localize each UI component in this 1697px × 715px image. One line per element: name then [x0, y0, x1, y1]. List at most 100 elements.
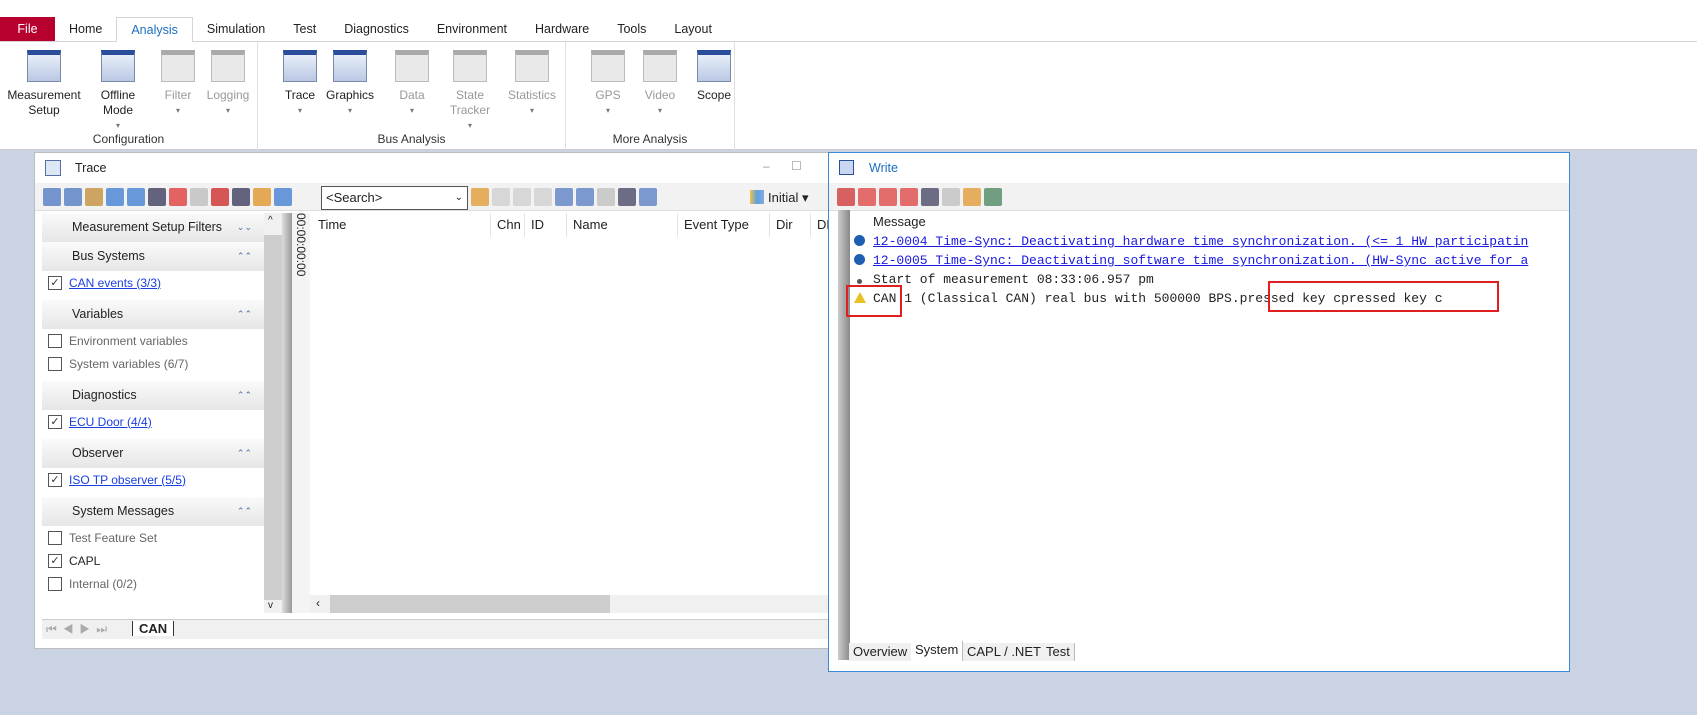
scope-button[interactable]: Scope	[684, 50, 744, 103]
group-label: Configuration	[92, 132, 165, 146]
section-observer[interactable]: Observer ⌃⌃	[42, 439, 264, 468]
checkbox[interactable]: ✓	[48, 275, 62, 290]
trace-toolbar-icon[interactable]	[555, 187, 573, 206]
filter-item-label[interactable]: ISO TP observer (5/5)	[69, 473, 186, 487]
offline-mode-button[interactable]: Offline Mode ▾	[88, 50, 148, 133]
trace-toolbar-icon[interactable]	[274, 187, 292, 206]
tab-diagnostics[interactable]: Diagnostics	[330, 17, 423, 41]
write-toolbar-icon[interactable]	[879, 187, 897, 206]
column-id[interactable]: ID	[524, 213, 544, 237]
write-toolbar-icon[interactable]	[858, 187, 876, 206]
trace-toolbar-icon[interactable]	[127, 187, 145, 206]
trace-toolbar-icon[interactable]	[211, 187, 229, 206]
column-time[interactable]: Time	[318, 213, 346, 237]
trace-toolbar-icon[interactable]	[253, 187, 271, 206]
measurement-setup-icon	[27, 50, 61, 82]
checkbox[interactable]: ✓	[48, 472, 62, 487]
checkbox[interactable]: ✓	[48, 414, 62, 429]
message-row[interactable]: 12-0004 Time-Sync: Deactivating hardware…	[854, 232, 1528, 251]
write-toolbar-icon[interactable]	[921, 187, 939, 206]
write-tab-test[interactable]: Test	[1042, 643, 1075, 661]
tab-hardware[interactable]: Hardware	[521, 17, 603, 41]
collapse-icon[interactable]: ⌄⌄	[237, 213, 252, 242]
write-splitter[interactable]	[838, 210, 850, 660]
minimize-button[interactable]: –	[763, 159, 770, 173]
checkbox[interactable]	[48, 530, 62, 545]
logging-button[interactable]: Logging ▾	[198, 50, 258, 118]
filter-item-label[interactable]: ECU Door (4/4)	[69, 415, 152, 429]
trace-toolbar-icon[interactable]	[597, 187, 615, 206]
write-toolbar-icon[interactable]	[837, 187, 855, 206]
trace-hscrollbar[interactable]: ‹	[310, 595, 828, 613]
write-toolbar-icon[interactable]	[900, 187, 918, 206]
tab-analysis[interactable]: Analysis	[116, 17, 193, 43]
trace-toolbar-icon[interactable]	[513, 187, 531, 206]
chevron-down-icon[interactable]: ⌄	[455, 187, 463, 209]
tab-tools[interactable]: Tools	[603, 17, 660, 41]
column-dir[interactable]: Dir	[769, 213, 793, 237]
collapse-icon[interactable]: ⌃⌃	[237, 439, 252, 468]
write-tab-overview[interactable]: Overview	[849, 643, 913, 661]
tab-environment[interactable]: Environment	[423, 17, 521, 41]
checkbox[interactable]: ✓	[48, 553, 62, 568]
write-toolbar-icon[interactable]	[963, 187, 981, 206]
section-system-messages[interactable]: System Messages ⌃⌃	[42, 497, 264, 526]
page-tab-can[interactable]: CAN	[132, 621, 175, 636]
trace-toolbar-icon[interactable]	[64, 187, 82, 206]
write-tab-capl-net[interactable]: CAPL / .NET	[963, 643, 1046, 661]
message-row[interactable]: 12-0005 Time-Sync: Deactivating software…	[854, 251, 1528, 270]
section-variables[interactable]: Variables ⌃⌃	[42, 300, 264, 329]
state-tracker-icon	[453, 50, 487, 82]
column-name[interactable]: Name	[566, 213, 608, 237]
trace-toolbar-icon[interactable]	[106, 187, 124, 206]
maximize-button[interactable]: ☐	[791, 159, 802, 173]
write-toolbar-icon[interactable]	[942, 187, 960, 206]
gps-button[interactable]: GPS ▾	[578, 50, 638, 118]
search-input[interactable]: <Search> ⌄	[321, 186, 468, 210]
collapse-icon[interactable]: ⌃⌃	[237, 381, 252, 410]
info-icon	[854, 235, 865, 246]
checkbox[interactable]	[48, 356, 62, 371]
trace-toolbar-icon[interactable]	[618, 187, 636, 206]
filters-header[interactable]: Measurement Setup Filters ⌄⌄	[42, 213, 264, 242]
collapse-icon[interactable]: ⌃⌃	[237, 300, 252, 329]
trace-toolbar-icon[interactable]	[576, 187, 594, 206]
section-diagnostics[interactable]: Diagnostics ⌃⌃	[42, 381, 264, 410]
tab-layout[interactable]: Layout	[660, 17, 726, 41]
collapse-icon[interactable]: ⌃⌃	[237, 497, 252, 526]
trace-toolbar-icon[interactable]	[471, 187, 489, 206]
state-tracker-button[interactable]: State Tracker ▾	[440, 50, 500, 133]
splitter[interactable]	[282, 213, 292, 613]
filter-item-label[interactable]: CAN events (3/3)	[69, 276, 161, 290]
trace-toolbar-icon[interactable]	[639, 187, 657, 206]
statistics-icon	[515, 50, 549, 82]
layout-select[interactable]: Initial ▾	[750, 190, 809, 206]
checkbox[interactable]	[48, 333, 62, 348]
trace-toolbar-icon[interactable]	[492, 187, 510, 206]
checkbox[interactable]	[48, 576, 62, 591]
tab-home[interactable]: Home	[55, 17, 116, 41]
trace-toolbar-icon[interactable]	[534, 187, 552, 206]
trace-toolbar-icon[interactable]	[232, 187, 250, 206]
column-chn[interactable]: Chn	[490, 213, 521, 237]
tab-test[interactable]: Test	[279, 17, 330, 41]
trace-toolbar-icon[interactable]	[190, 187, 208, 206]
trace-toolbar-icon[interactable]	[169, 187, 187, 206]
measurement-setup-button[interactable]: Measurement Setup	[2, 50, 86, 118]
graphics-button[interactable]: Graphics ▾	[320, 50, 380, 118]
tab-simulation[interactable]: Simulation	[193, 17, 279, 41]
video-button[interactable]: Video ▾	[630, 50, 690, 118]
write-toolbar-icon[interactable]	[984, 187, 1002, 206]
data-button[interactable]: Data ▾	[382, 50, 442, 118]
page-nav-arrows[interactable]: ⏮◀▶⏭	[46, 622, 113, 637]
tab-file[interactable]: File	[0, 17, 55, 41]
sidebar-scrollbar[interactable]: ^ v	[264, 213, 282, 613]
column-event-type[interactable]: Event Type	[677, 213, 749, 237]
trace-toolbar-icon[interactable]	[148, 187, 166, 206]
trace-toolbar-icon[interactable]	[85, 187, 103, 206]
section-bus-systems[interactable]: Bus Systems ⌃⌃	[42, 242, 264, 271]
collapse-icon[interactable]: ⌃⌃	[237, 242, 252, 271]
trace-toolbar-icon[interactable]	[43, 187, 61, 206]
write-tab-system[interactable]: System	[911, 641, 964, 661]
statistics-button[interactable]: Statistics ▾	[502, 50, 562, 118]
